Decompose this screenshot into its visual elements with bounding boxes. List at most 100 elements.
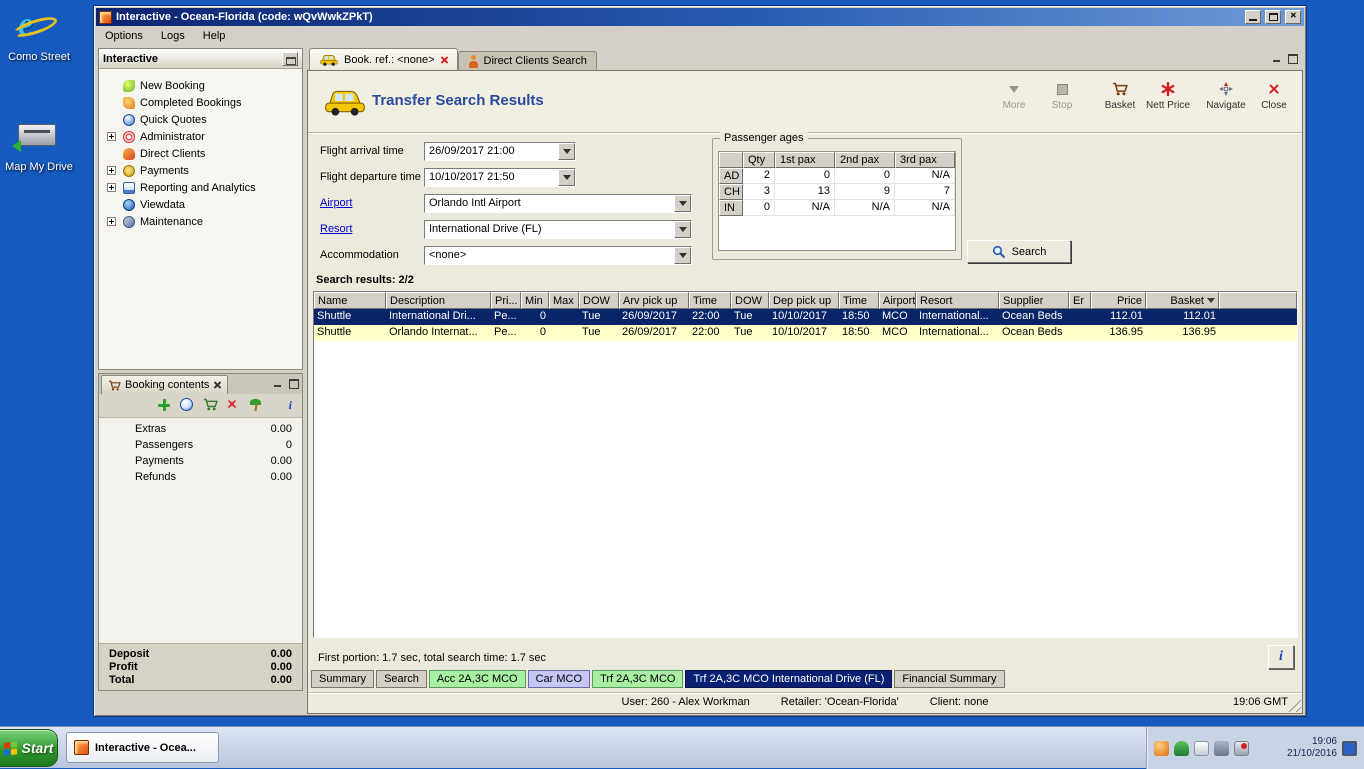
desktop-icon-map-my-drive[interactable]: Map My Drive xyxy=(4,116,74,173)
column-header[interactable]: Name xyxy=(314,292,386,309)
expand-plus-icon[interactable] xyxy=(107,183,116,192)
column-header[interactable]: DOW xyxy=(579,292,619,309)
maximize-panel-button[interactable] xyxy=(288,378,299,389)
column-header[interactable]: Supplier xyxy=(999,292,1069,309)
pax-cell[interactable]: 13 xyxy=(775,184,835,200)
tab-trf-mco[interactable]: Trf 2A,3C MCO xyxy=(592,670,684,688)
resort-link[interactable]: Resort xyxy=(320,220,352,239)
column-header[interactable]: Resort xyxy=(916,292,999,309)
panel-menu-button[interactable] xyxy=(282,51,298,66)
pax-cell[interactable]: 2 xyxy=(743,168,775,184)
maximize-document-button[interactable] xyxy=(1287,53,1298,64)
basket-button[interactable]: Basket xyxy=(1096,78,1144,111)
sidebar-item-completed-bookings[interactable]: Completed Bookings xyxy=(99,94,302,111)
start-button[interactable]: Start xyxy=(0,729,58,767)
tab-acc-mco[interactable]: Acc 2A,3C MCO xyxy=(428,670,526,688)
pax-cell[interactable]: 0 xyxy=(743,200,775,216)
close-search-button[interactable]: Close xyxy=(1250,78,1298,111)
collapse-document-button[interactable] xyxy=(1272,53,1282,63)
column-header[interactable]: Pri... xyxy=(491,292,521,309)
column-header[interactable]: Er xyxy=(1069,292,1091,309)
sidebar-item-viewdata[interactable]: Viewdata xyxy=(99,196,302,213)
basket-button[interactable] xyxy=(203,398,218,413)
collapse-panel-button[interactable] xyxy=(273,378,283,388)
column-header[interactable]: DOW xyxy=(731,292,769,309)
pax-cell[interactable]: N/A xyxy=(895,168,955,184)
resort-select[interactable]: International Drive (FL) xyxy=(424,220,692,239)
tab-search[interactable]: Search xyxy=(376,670,427,688)
menu-logs[interactable]: Logs xyxy=(152,27,194,45)
vpn-tray-icon[interactable] xyxy=(1174,740,1189,756)
booking-contents-tab[interactable]: Booking contents xyxy=(101,375,229,394)
dropdown-button[interactable] xyxy=(674,221,691,238)
close-button[interactable] xyxy=(1285,10,1301,24)
column-header[interactable]: Max xyxy=(549,292,579,309)
sidebar-item-quick-quotes[interactable]: Quick Quotes xyxy=(99,111,302,128)
add-item-button[interactable] xyxy=(157,398,172,413)
expand-plus-icon[interactable] xyxy=(107,132,116,141)
tab-summary[interactable]: Summary xyxy=(311,670,375,688)
sidebar-item-payments[interactable]: Payments xyxy=(99,162,302,179)
menu-options[interactable]: Options xyxy=(96,27,152,45)
display-tray-icon[interactable] xyxy=(1342,740,1357,756)
close-tab-icon[interactable] xyxy=(213,381,221,389)
delete-item-button[interactable] xyxy=(226,398,241,413)
holiday-icon[interactable] xyxy=(249,398,264,413)
dropdown-button[interactable] xyxy=(558,143,575,160)
sidebar-item-direct-clients[interactable]: Direct Clients xyxy=(99,145,302,162)
pax-cell[interactable]: N/A xyxy=(775,200,835,216)
more-button[interactable]: More xyxy=(990,78,1038,111)
taskbar-task-interactive[interactable]: Interactive - Ocea... xyxy=(66,732,219,763)
taskbar-clock[interactable]: 19:06 21/10/2016 xyxy=(1254,736,1337,760)
tab-financial-summary[interactable]: Financial Summary xyxy=(894,670,1005,688)
update-tray-icon[interactable] xyxy=(1154,740,1169,756)
volume-muted-icon[interactable] xyxy=(1234,740,1249,756)
tab-direct-clients-search[interactable]: Direct Clients Search xyxy=(457,51,597,70)
keyboard-tray-icon[interactable] xyxy=(1214,740,1229,756)
navigate-button[interactable]: Navigate xyxy=(1202,78,1250,111)
minimize-button[interactable] xyxy=(1245,10,1261,24)
pax-cell[interactable]: 0 xyxy=(775,168,835,184)
column-header[interactable]: Airport xyxy=(879,292,916,309)
messenger-tray-icon[interactable] xyxy=(1194,740,1209,756)
result-row[interactable]: Shuttle Orlando Internat... Pe... 0 Tue … xyxy=(314,325,1297,341)
sidebar-item-administrator[interactable]: Administrator xyxy=(99,128,302,145)
airport-link[interactable]: Airport xyxy=(320,194,352,213)
close-tab-icon[interactable] xyxy=(440,56,448,64)
nett-price-button[interactable]: Nett Price xyxy=(1144,78,1192,111)
pax-cell[interactable]: 0 xyxy=(835,168,895,184)
sidebar-item-reporting-analytics[interactable]: Reporting and Analytics xyxy=(99,179,302,196)
expand-plus-icon[interactable] xyxy=(107,166,116,175)
dropdown-button[interactable] xyxy=(674,247,691,264)
tab-trf-mco-international-drive[interactable]: Trf 2A,3C MCO International Drive (FL) xyxy=(685,670,893,688)
column-header[interactable]: Time xyxy=(689,292,731,309)
pax-cell[interactable]: 9 xyxy=(835,184,895,200)
result-row-selected[interactable]: Shuttle International Dri... Pe... 0 Tue… xyxy=(314,309,1297,325)
dropdown-button[interactable] xyxy=(558,169,575,186)
maximize-button[interactable] xyxy=(1265,10,1281,24)
column-header[interactable]: Dep pick up xyxy=(769,292,839,309)
window-titlebar[interactable]: Interactive - Ocean-Florida (code: wQvWw… xyxy=(96,8,1304,26)
flight-arrival-select[interactable]: 26/09/2017 21:00 xyxy=(424,142,576,161)
flight-departure-select[interactable]: 10/10/2017 21:50 xyxy=(424,168,576,187)
column-header[interactable]: Arv pick up xyxy=(619,292,689,309)
search-button[interactable]: Search xyxy=(967,240,1071,263)
booking-info-button[interactable]: i xyxy=(289,398,292,413)
accommodation-select[interactable]: <none> xyxy=(424,246,692,265)
airport-select[interactable]: Orlando Intl Airport xyxy=(424,194,692,213)
column-header[interactable]: Min xyxy=(521,292,549,309)
column-header[interactable]: Description xyxy=(386,292,491,309)
column-header-basket[interactable]: Basket xyxy=(1146,292,1219,309)
tab-car-mco[interactable]: Car MCO xyxy=(527,670,591,688)
sidebar-item-new-booking[interactable]: New Booking xyxy=(99,77,302,94)
expand-plus-icon[interactable] xyxy=(107,217,116,226)
pax-cell[interactable]: N/A xyxy=(895,200,955,216)
pax-cell[interactable]: 3 xyxy=(743,184,775,200)
column-header[interactable]: Time xyxy=(839,292,879,309)
stop-button[interactable]: Stop xyxy=(1038,78,1086,111)
column-header[interactable]: Price xyxy=(1091,292,1146,309)
dropdown-button[interactable] xyxy=(674,195,691,212)
sidebar-item-maintenance[interactable]: Maintenance xyxy=(99,213,302,230)
menu-help[interactable]: Help xyxy=(194,27,235,45)
pax-cell[interactable]: 7 xyxy=(895,184,955,200)
